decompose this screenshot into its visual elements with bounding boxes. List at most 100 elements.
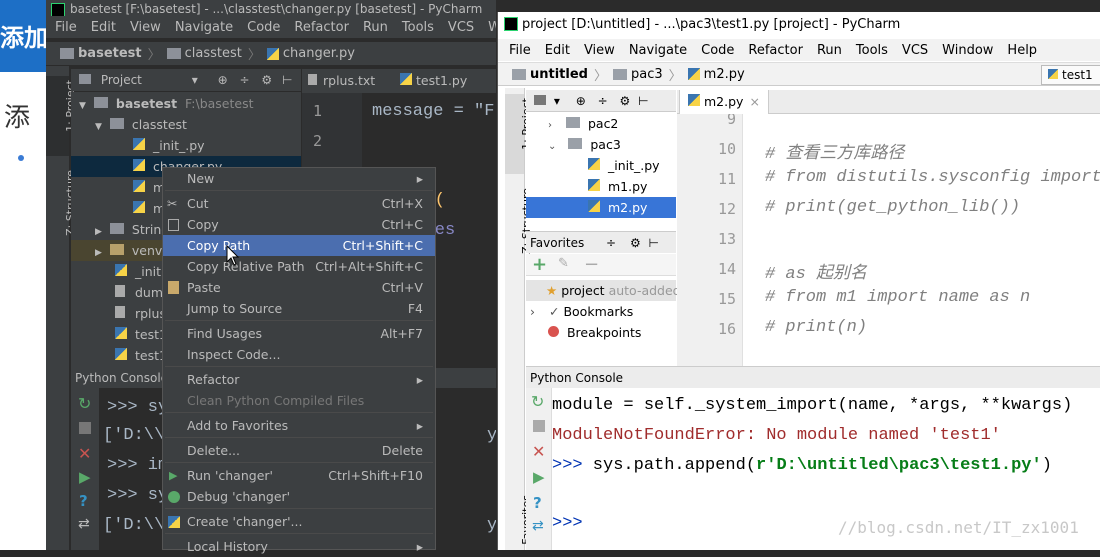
menu-run[interactable]: Run xyxy=(810,43,849,58)
tree-item-basetest[interactable]: ▼ basetest F:\basetest xyxy=(79,93,254,114)
breadcrumb-pac3[interactable]: pac3 xyxy=(631,67,663,82)
menu-item-copy-path[interactable]: Copy Path Ctrl+Shift+C xyxy=(163,235,435,256)
hide-icon[interactable]: ⊢ xyxy=(638,94,648,108)
close-tab-icon[interactable]: × xyxy=(749,94,759,109)
help-icon[interactable]: ? xyxy=(79,492,88,510)
menu-vcs[interactable]: VCS xyxy=(895,43,935,58)
menu-item-jump-to-source[interactable]: Jump to Source F4 xyxy=(163,298,435,319)
tab-test1[interactable]: test1.py xyxy=(400,69,467,93)
tree-item-classtest[interactable]: ▼ classtest xyxy=(95,114,187,135)
tree-item-rplus[interactable]: rplus xyxy=(115,303,166,324)
menu-item-paste[interactable]: Paste Ctrl+V xyxy=(163,277,435,298)
tree-item-m1[interactable]: m1.py xyxy=(588,176,647,197)
menu-item-find-usages[interactable]: Find Usages Alt+F7 xyxy=(163,323,435,344)
menu-file[interactable]: File xyxy=(502,43,538,58)
target-icon[interactable]: ⊕ xyxy=(218,73,228,87)
tree-item-init[interactable]: _init_.py xyxy=(133,135,205,156)
collapse-icon[interactable]: ÷ xyxy=(239,73,249,87)
breadcrumb-m2[interactable]: m2.py xyxy=(704,67,745,82)
hide-icon[interactable]: ⊢ xyxy=(649,236,659,250)
tree-item-init[interactable]: _init_.py xyxy=(588,155,660,176)
menu-item-inspect-code[interactable]: Inspect Code... xyxy=(163,344,435,365)
menu-item-debug-changer[interactable]: Debug 'changer' xyxy=(163,486,435,507)
breadcrumb-basetest[interactable]: basetest xyxy=(78,46,142,61)
close-icon[interactable]: ✕ xyxy=(532,442,545,461)
side-tab-structure[interactable]: Z: Structure xyxy=(505,184,533,264)
menu-item-refactor[interactable]: Refactor ▸ xyxy=(163,369,435,390)
settings-icon[interactable]: ⇄ xyxy=(78,516,90,532)
tree-item-test1a[interactable]: test1 xyxy=(115,324,167,345)
tab-rplus[interactable]: rplus.txt xyxy=(308,69,375,93)
menu-item-local-history[interactable]: Local History ▸ xyxy=(163,536,435,557)
gear-icon[interactable]: ⚙ xyxy=(261,73,272,87)
tree-item-test1b[interactable]: test1 xyxy=(115,345,167,366)
project-tool-label[interactable]: Project xyxy=(101,73,142,87)
run-icon[interactable]: ▶ xyxy=(79,468,91,486)
close-icon[interactable]: ✕ xyxy=(78,444,91,463)
menu-edit[interactable]: Edit xyxy=(538,43,577,58)
menu-item-copy[interactable]: Copy Ctrl+C xyxy=(163,214,435,235)
side-tab-favorites[interactable]: Favorites xyxy=(505,493,533,550)
menu-code[interactable]: Code xyxy=(694,43,741,58)
menu-code[interactable]: Code xyxy=(240,20,287,35)
collapse-icon[interactable]: ÷ xyxy=(606,236,616,250)
menu-edit[interactable]: Edit xyxy=(84,20,123,35)
rerun-icon[interactable]: ↻ xyxy=(78,394,91,413)
menu-view[interactable]: View xyxy=(123,20,168,35)
menu-tools[interactable]: Tools xyxy=(849,43,895,58)
favorites-item-breakpoints[interactable]: Breakpoints xyxy=(548,322,641,343)
dropdown-arrow-icon[interactable]: ▾ xyxy=(554,94,560,108)
menu-window[interactable]: Window xyxy=(481,20,496,35)
tree-item-m2[interactable]: m xyxy=(133,198,165,219)
menu-vcs[interactable]: VCS xyxy=(441,20,481,35)
tree-item-m2[interactable]: m2.py xyxy=(526,197,676,218)
menu-refactor[interactable]: Refactor xyxy=(287,20,356,35)
gear-icon[interactable]: ⚙ xyxy=(619,94,630,108)
breadcrumb-classtest[interactable]: classtest xyxy=(185,46,242,61)
favorites-item-bookmarks[interactable]: › ✓ Bookmarks xyxy=(530,301,633,322)
right-console-output[interactable]: module = self._system_import(name, *args… xyxy=(552,388,1100,550)
menu-navigate[interactable]: Navigate xyxy=(622,43,694,58)
edit-icon[interactable]: ✎ xyxy=(558,256,569,271)
help-icon[interactable]: ? xyxy=(533,494,542,512)
tree-item-pac3[interactable]: ⌄ pac3 xyxy=(548,134,621,155)
right-editor[interactable]: 9 10 11 12 13 14 15 16 # 查看三方库路径 # from … xyxy=(677,114,1100,376)
gear-icon[interactable]: ⚙ xyxy=(630,236,641,250)
menu-navigate[interactable]: Navigate xyxy=(168,20,240,35)
hide-icon[interactable]: ⊢ xyxy=(282,73,292,87)
target-icon[interactable]: ⊕ xyxy=(576,94,586,108)
menu-item-delete[interactable]: Delete... Delete xyxy=(163,440,435,461)
rerun-icon[interactable]: ↻ xyxy=(531,392,544,411)
menu-file[interactable]: File xyxy=(48,20,84,35)
favorites-item-project[interactable]: ★ project auto-added xyxy=(526,280,681,301)
breadcrumb-changer[interactable]: changer.py xyxy=(283,46,355,61)
stop-icon[interactable] xyxy=(533,420,545,432)
settings-icon[interactable]: ⇄ xyxy=(532,518,544,534)
breadcrumb-untitled[interactable]: untitled xyxy=(530,67,588,82)
tree-item-m1[interactable]: m xyxy=(133,177,165,198)
menu-run[interactable]: Run xyxy=(356,20,395,35)
menu-item-copy-relative-path[interactable]: Copy Relative Path Ctrl+Alt+Shift+C xyxy=(163,256,435,277)
menu-view[interactable]: View xyxy=(577,43,622,58)
menu-item-run-changer[interactable]: ▶ Run 'changer' Ctrl+Shift+F10 xyxy=(163,465,435,486)
menu-tools[interactable]: Tools xyxy=(395,20,441,35)
collapse-icon[interactable]: ÷ xyxy=(598,94,608,108)
menu-help[interactable]: Help xyxy=(1000,43,1044,58)
tree-item-init-root[interactable]: _init xyxy=(115,261,161,282)
side-tab-project[interactable]: 1: Project xyxy=(505,94,533,174)
stop-icon[interactable] xyxy=(79,422,91,434)
remove-icon[interactable]: − xyxy=(584,254,599,275)
menu-item-create-changer[interactable]: Create 'changer'... xyxy=(163,511,435,532)
menu-item-cut[interactable]: ✂ Cut Ctrl+X xyxy=(163,193,435,214)
tree-item-pac2[interactable]: › pac2 xyxy=(548,113,618,134)
menu-item-new[interactable]: New ▸ xyxy=(163,168,435,189)
menu-refactor[interactable]: Refactor xyxy=(741,43,810,58)
side-tab-project[interactable]: 1: Project xyxy=(46,76,77,156)
menu-item-add-to-favorites[interactable]: Add to Favorites ▸ xyxy=(163,415,435,436)
dropdown-arrow-icon[interactable]: ▾ xyxy=(192,73,198,87)
menu-window[interactable]: Window xyxy=(935,43,1000,58)
run-icon[interactable]: ▶ xyxy=(533,468,545,486)
tree-item-string[interactable]: ▶ String xyxy=(95,219,169,240)
side-tab-structure[interactable]: Z: Structure xyxy=(46,166,77,266)
tab-m2[interactable]: m2.py × xyxy=(679,90,769,114)
